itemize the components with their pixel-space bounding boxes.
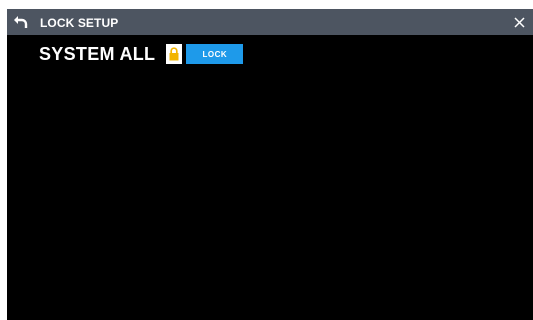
back-button[interactable]: [7, 9, 34, 35]
page-title: LOCK SETUP: [40, 16, 119, 30]
padlock-icon: [166, 44, 183, 64]
lock-setup-screen: LOCK SETUP SYSTEM ALL LOCK: [7, 9, 533, 320]
system-all-row: SYSTEM ALL LOCK: [39, 42, 244, 66]
lock-button[interactable]: LOCK: [186, 44, 244, 64]
title-bar: LOCK SETUP: [7, 9, 533, 35]
close-button[interactable]: [506, 9, 533, 35]
system-all-label: SYSTEM ALL: [39, 43, 156, 64]
back-arrow-icon: [13, 16, 27, 28]
close-icon: [514, 16, 525, 28]
